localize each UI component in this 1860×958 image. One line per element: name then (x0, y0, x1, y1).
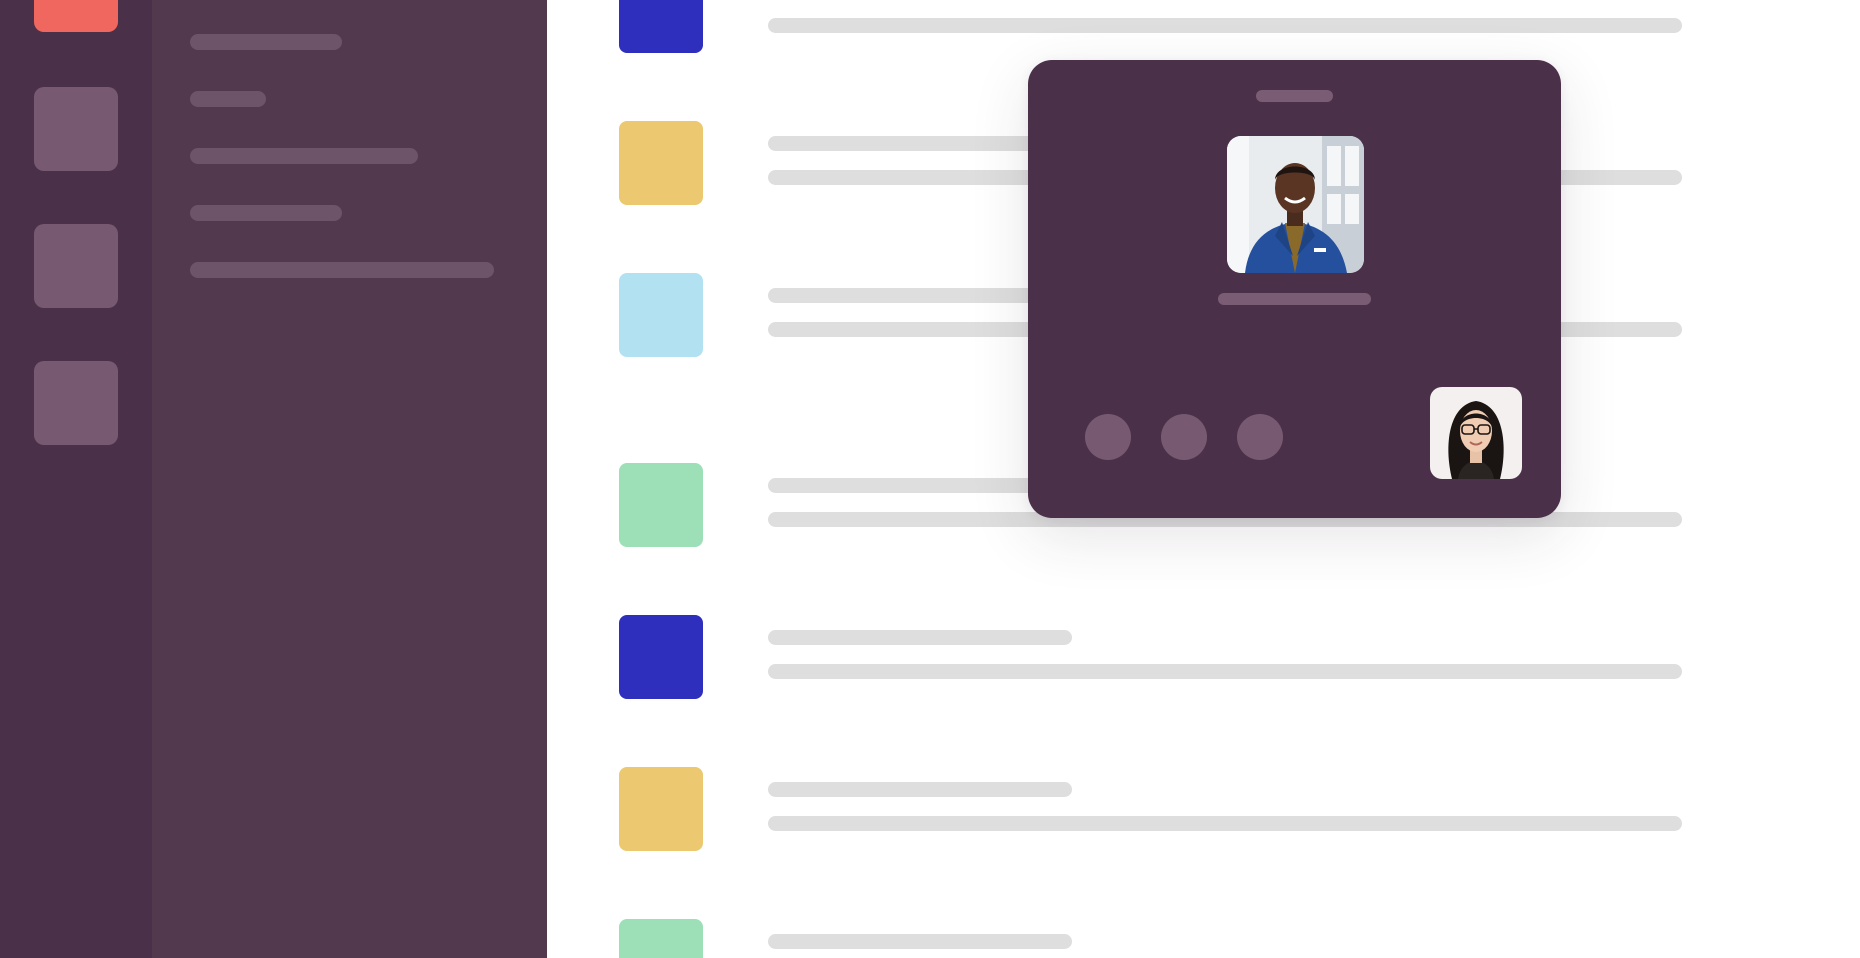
message-author-placeholder (768, 478, 1072, 493)
message-avatar[interactable] (619, 463, 703, 547)
sidebar-item[interactable] (190, 205, 342, 221)
app-window (0, 0, 1860, 958)
leave-icon[interactable] (1237, 414, 1283, 460)
mute-icon[interactable] (1085, 414, 1131, 460)
message-body-placeholder (768, 816, 1682, 831)
message-avatar[interactable] (619, 767, 703, 851)
sidebar-item[interactable] (190, 91, 266, 107)
sidebar-item[interactable] (190, 34, 342, 50)
message-avatar[interactable] (619, 121, 703, 205)
message-avatar[interactable] (619, 615, 703, 699)
message-author-placeholder (768, 136, 1072, 151)
workspace-switcher-active[interactable] (34, 0, 118, 32)
workspace-switcher[interactable] (34, 87, 118, 171)
huddle-call-window[interactable] (1028, 60, 1561, 518)
video-icon[interactable] (1161, 414, 1207, 460)
message-body-placeholder (768, 18, 1682, 33)
participant-name-placeholder (1218, 293, 1371, 305)
participant-video-remote (1227, 136, 1364, 273)
workspace-switcher[interactable] (34, 361, 118, 445)
message-author-placeholder (768, 934, 1072, 949)
channel-sidebar (152, 0, 547, 958)
message-body-placeholder (768, 664, 1682, 679)
message-author-placeholder (768, 288, 1072, 303)
workspace-rail (0, 0, 152, 958)
man-in-blue-suit-photo (1227, 136, 1364, 273)
woman-with-glasses-photo (1430, 387, 1522, 479)
message-author-placeholder (768, 630, 1072, 645)
message-author-placeholder (768, 782, 1072, 797)
message-avatar[interactable] (619, 919, 703, 958)
workspace-switcher[interactable] (34, 224, 118, 308)
message-avatar[interactable] (619, 0, 703, 53)
participant-video-self (1430, 387, 1522, 479)
sidebar-item[interactable] (190, 148, 418, 164)
drag-handle[interactable] (1256, 90, 1333, 102)
sidebar-item[interactable] (190, 262, 494, 278)
message-avatar[interactable] (619, 273, 703, 357)
